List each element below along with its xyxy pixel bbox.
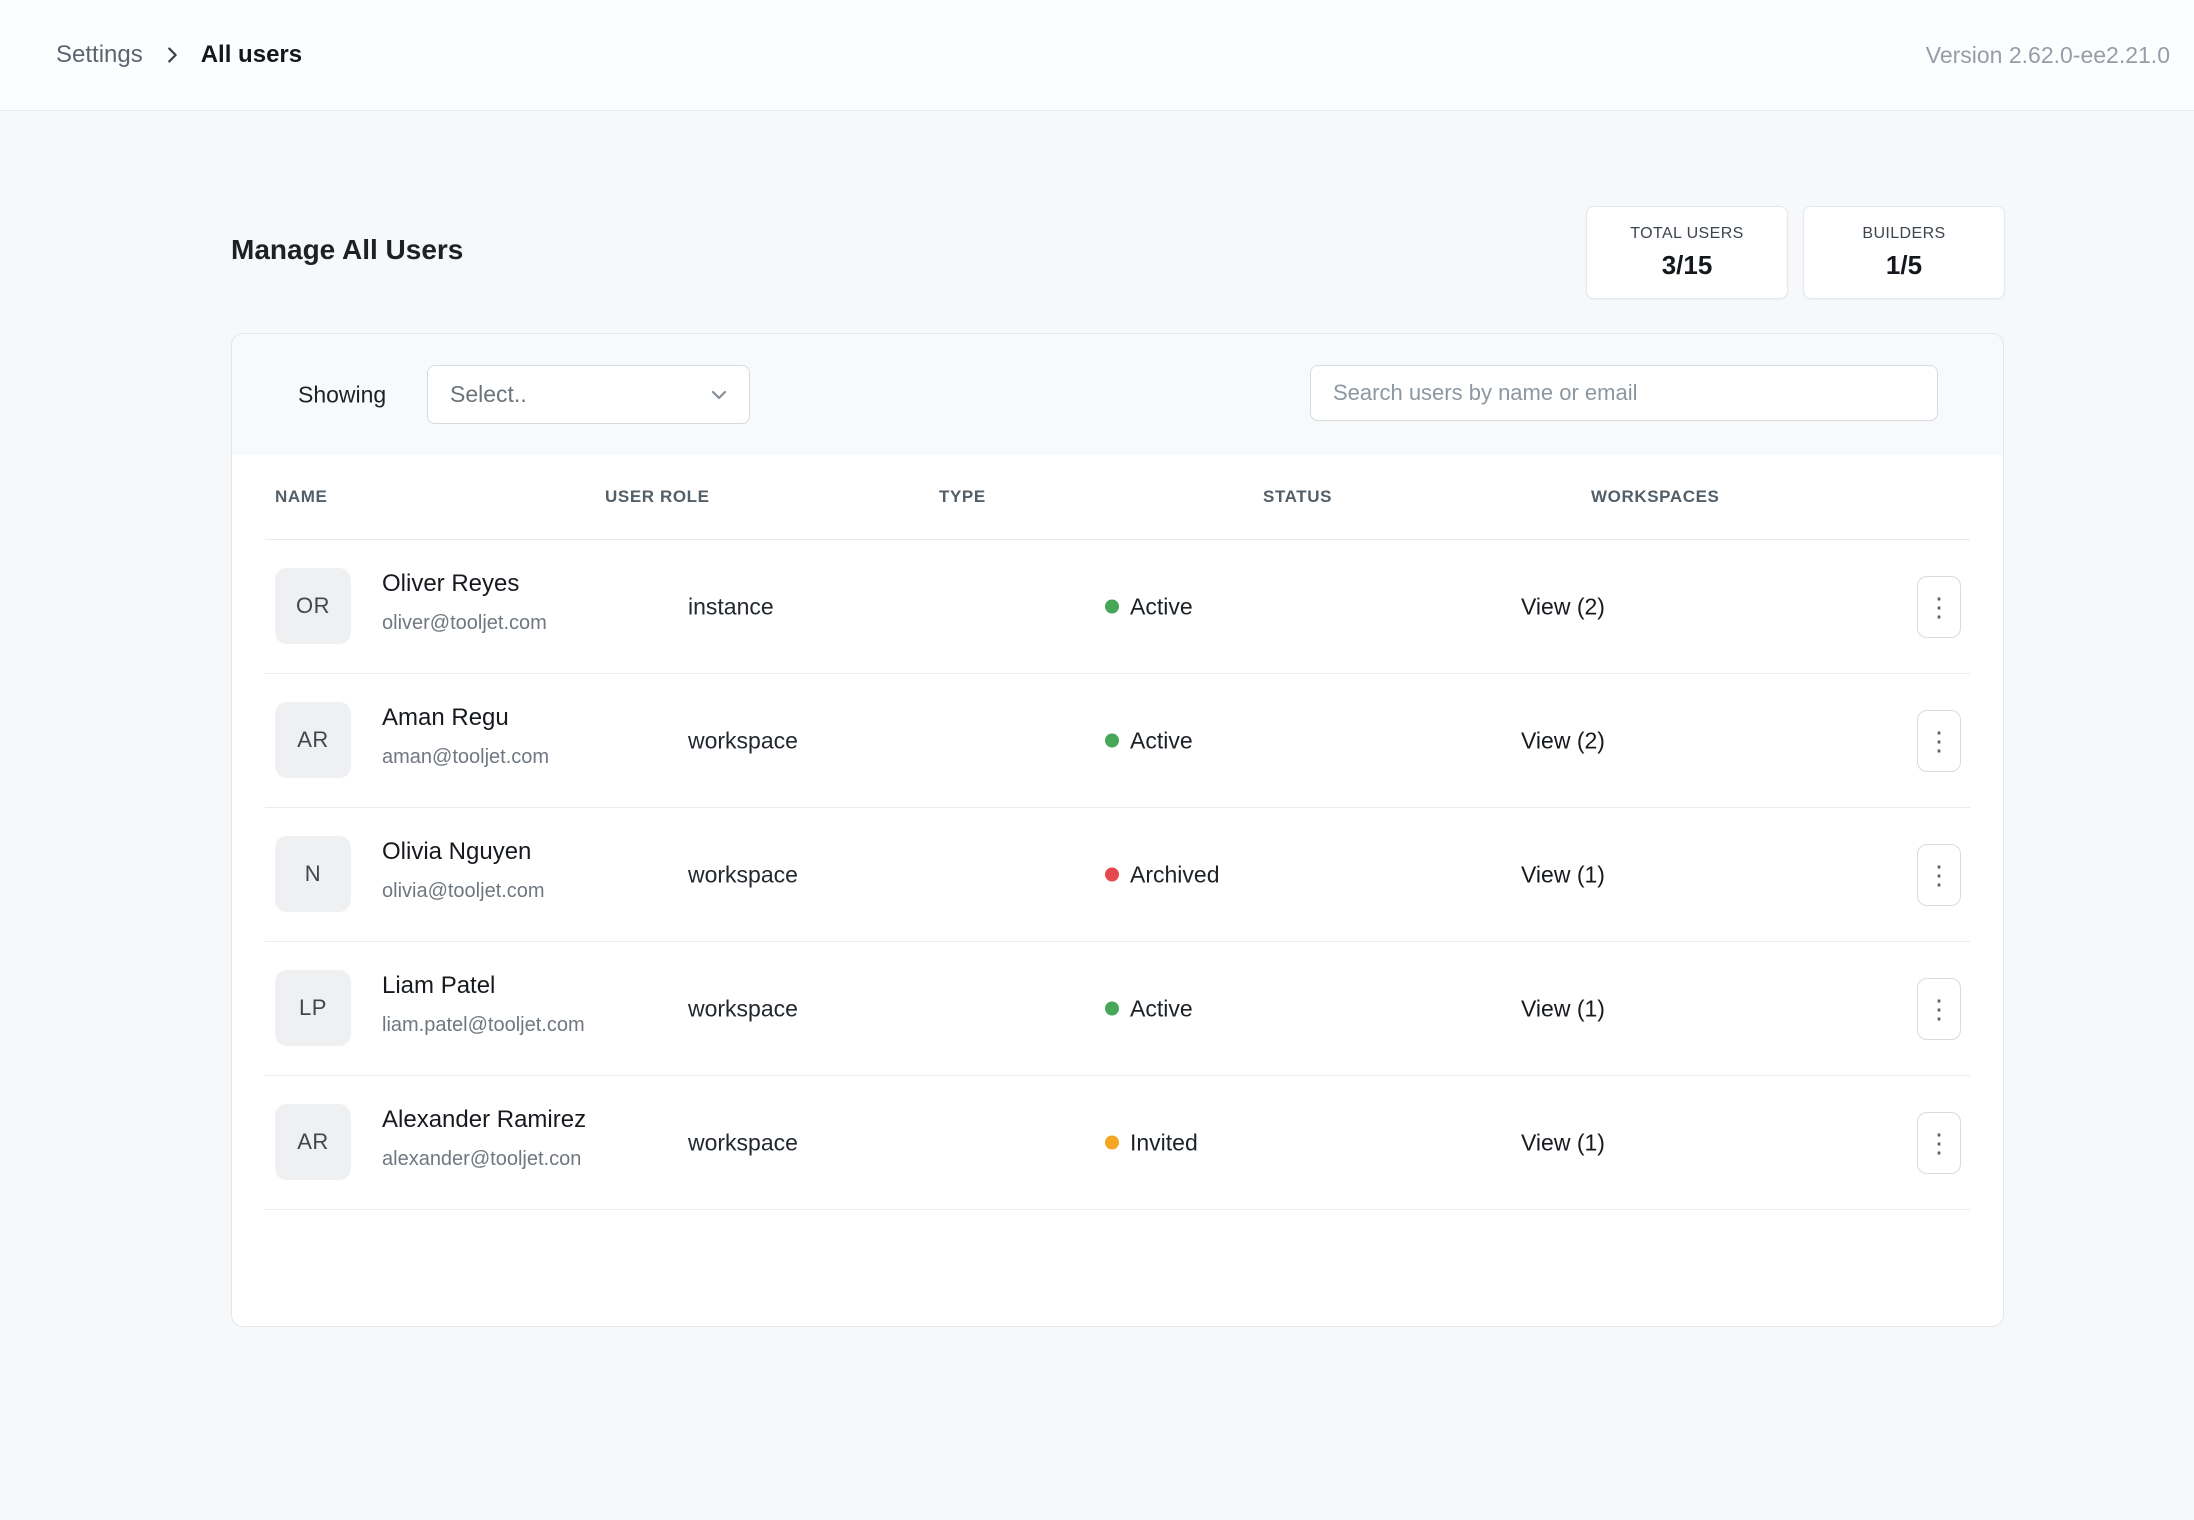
avatar: N <box>275 836 351 912</box>
avatar: AR <box>275 702 351 778</box>
status-label: Archived <box>1130 861 1219 888</box>
status-dot-icon <box>1105 868 1119 882</box>
row-actions-button[interactable]: ⋮ <box>1917 844 1961 906</box>
workspaces-view-link[interactable]: View (1) <box>1521 1129 1605 1156</box>
users-table-inner: NAME USER ROLE TYPE STATUS WORKSPACES OR… <box>265 455 1970 1326</box>
total-users-value: 3/15 <box>1662 250 1713 281</box>
user-type: instance <box>688 593 774 620</box>
status-label: Invited <box>1130 1129 1198 1156</box>
topbar: Settings All users Version 2.62.0-ee2.21… <box>0 0 2194 111</box>
column-header-status: STATUS <box>1263 487 1332 507</box>
column-header-user-role: USER ROLE <box>605 487 710 507</box>
user-name: Oliver Reyes <box>382 570 519 598</box>
filter-row: Showing Select.. <box>232 334 2003 455</box>
status-dot-icon <box>1105 1136 1119 1150</box>
user-email: alexander@tooljet.con <box>382 1148 581 1171</box>
version-label: Version 2.62.0-ee2.21.0 <box>1926 42 2170 69</box>
table-row: N Olivia Nguyen olivia@tooljet.com works… <box>265 808 1970 942</box>
kebab-menu-icon: ⋮ <box>1926 862 1952 888</box>
avatar: AR <box>275 1104 351 1180</box>
row-actions-button[interactable]: ⋮ <box>1917 978 1961 1040</box>
status-dot-icon <box>1105 600 1119 614</box>
status-badge: Active <box>1105 727 1193 754</box>
stats-cards: TOTAL USERS 3/15 BUILDERS 1/5 <box>1586 206 2005 299</box>
breadcrumb-current: All users <box>201 41 302 69</box>
chevron-down-icon <box>707 383 731 407</box>
table-row: AR Alexander Ramirez alexander@tooljet.c… <box>265 1076 1970 1210</box>
workspaces-view-link[interactable]: View (2) <box>1521 727 1605 754</box>
builders-card: BUILDERS 1/5 <box>1803 206 2005 299</box>
users-table: NAME USER ROLE TYPE STATUS WORKSPACES OR… <box>232 455 2003 1326</box>
workspaces-view-link[interactable]: View (2) <box>1521 593 1605 620</box>
user-email: olivia@tooljet.com <box>382 880 545 903</box>
user-name: Liam Patel <box>382 972 495 1000</box>
column-header-workspaces: WORKSPACES <box>1591 487 1719 507</box>
table-row: AR Aman Regu aman@tooljet.com workspace … <box>265 674 1970 808</box>
user-email: oliver@tooljet.com <box>382 612 547 635</box>
table-row: LP Liam Patel liam.patel@tooljet.com wor… <box>265 942 1970 1076</box>
column-header-name: NAME <box>275 487 327 507</box>
chevron-right-icon <box>161 44 183 66</box>
workspaces-view-link[interactable]: View (1) <box>1521 861 1605 888</box>
total-users-label: TOTAL USERS <box>1630 225 1743 243</box>
status-label: Active <box>1130 727 1193 754</box>
user-type: workspace <box>688 995 798 1022</box>
table-row: OR Oliver Reyes oliver@tooljet.com insta… <box>265 540 1970 674</box>
kebab-menu-icon: ⋮ <box>1926 1130 1952 1156</box>
column-header-type: TYPE <box>939 487 986 507</box>
showing-label: Showing <box>298 381 386 408</box>
showing-select[interactable]: Select.. <box>427 365 750 424</box>
status-badge: Active <box>1105 995 1193 1022</box>
user-type: workspace <box>688 861 798 888</box>
user-type: workspace <box>688 727 798 754</box>
row-actions-button[interactable]: ⋮ <box>1917 1112 1961 1174</box>
user-name: Alexander Ramirez <box>382 1106 586 1134</box>
breadcrumb: Settings All users <box>56 41 302 69</box>
kebab-menu-icon: ⋮ <box>1926 594 1952 620</box>
user-email: aman@tooljet.com <box>382 746 549 769</box>
builders-label: BUILDERS <box>1862 225 1945 243</box>
status-dot-icon <box>1105 734 1119 748</box>
row-actions-button[interactable]: ⋮ <box>1917 576 1961 638</box>
kebab-menu-icon: ⋮ <box>1926 996 1952 1022</box>
avatar: LP <box>275 970 351 1046</box>
status-dot-icon <box>1105 1002 1119 1016</box>
status-badge: Archived <box>1105 861 1219 888</box>
builders-value: 1/5 <box>1886 250 1922 281</box>
breadcrumb-settings-link[interactable]: Settings <box>56 41 143 69</box>
showing-select-value: Select.. <box>450 381 527 408</box>
status-badge: Invited <box>1105 1129 1198 1156</box>
page-title: Manage All Users <box>231 234 463 266</box>
total-users-card: TOTAL USERS 3/15 <box>1586 206 1788 299</box>
workspaces-view-link[interactable]: View (1) <box>1521 995 1605 1022</box>
kebab-menu-icon: ⋮ <box>1926 728 1952 754</box>
search-input[interactable] <box>1310 365 1938 421</box>
users-card: Showing Select.. NAME USER ROLE TYPE STA… <box>231 333 2004 1327</box>
avatar: OR <box>275 568 351 644</box>
user-name: Olivia Nguyen <box>382 838 531 866</box>
table-header: NAME USER ROLE TYPE STATUS WORKSPACES <box>265 455 1970 540</box>
status-label: Active <box>1130 995 1193 1022</box>
status-label: Active <box>1130 593 1193 620</box>
user-type: workspace <box>688 1129 798 1156</box>
user-name: Aman Regu <box>382 704 509 732</box>
all-users-page: Settings All users Version 2.62.0-ee2.21… <box>0 0 2194 1520</box>
status-badge: Active <box>1105 593 1193 620</box>
row-actions-button[interactable]: ⋮ <box>1917 710 1961 772</box>
user-email: liam.patel@tooljet.com <box>382 1014 585 1037</box>
